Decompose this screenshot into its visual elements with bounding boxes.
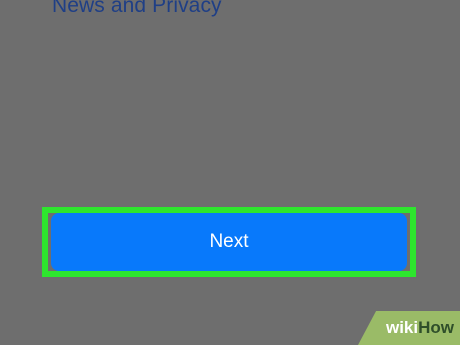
wikihow-watermark: wikiHow: [350, 311, 460, 345]
next-button[interactable]: Next: [51, 213, 407, 271]
app-screen: News and Privacy Next wikiHow: [0, 0, 460, 345]
watermark-how: How: [418, 318, 454, 337]
watermark-wiki: wiki: [385, 318, 419, 337]
next-button-label: Next: [209, 231, 249, 252]
watermark-text: wikiHow: [386, 318, 454, 338]
news-and-privacy-link[interactable]: News and Privacy: [52, 0, 222, 18]
